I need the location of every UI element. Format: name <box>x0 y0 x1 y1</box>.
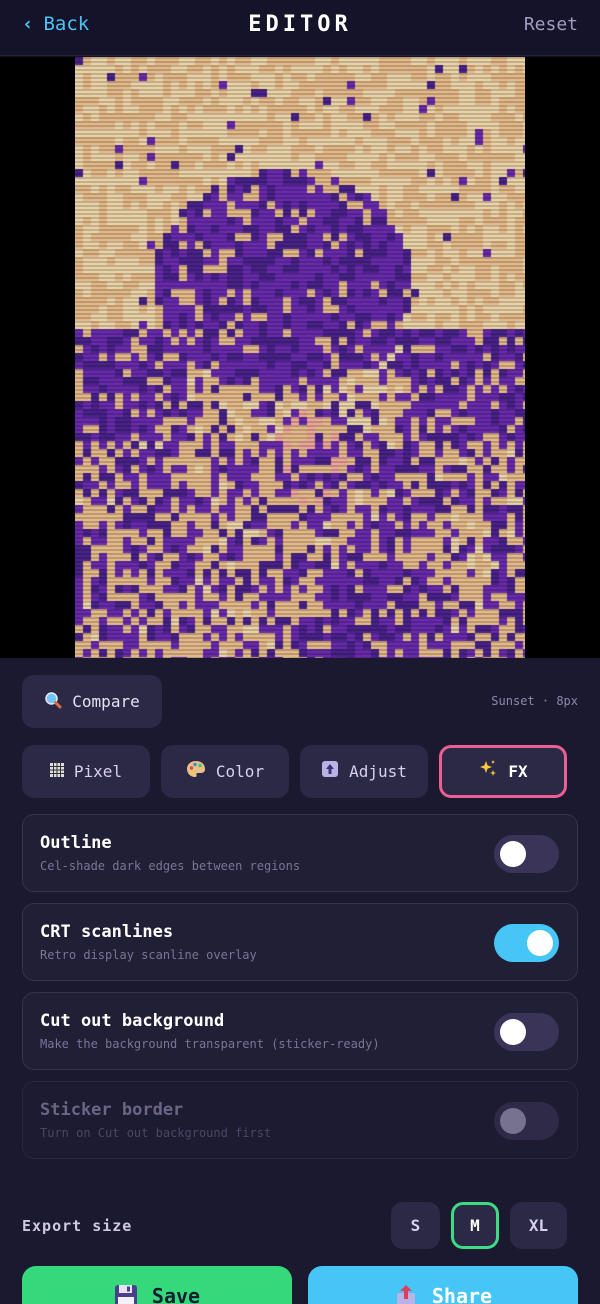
size-xl-button[interactable]: XL <box>510 1202 567 1249</box>
top-bar: ‹ Back EDITOR Reset <box>0 0 600 56</box>
compare-label: Compare <box>72 692 140 711</box>
tab-fx-label: FX <box>508 762 528 781</box>
tab-fx[interactable]: FX <box>439 745 567 798</box>
tab-color[interactable]: Color <box>161 745 289 798</box>
option-title: Cut out background <box>40 1011 225 1031</box>
pixel-art-preview <box>75 57 525 658</box>
option-description: Retro display scanline overlay <box>40 948 257 962</box>
export-size-label: Export size <box>22 1217 133 1235</box>
outline-toggle[interactable] <box>494 835 559 873</box>
tab-pixel[interactable]: Pixel <box>22 745 150 798</box>
toggle-knob <box>527 930 553 956</box>
crt-scanlines-toggle[interactable] <box>494 924 559 962</box>
tool-tabs: Pixel Color Adjust FX <box>22 745 567 798</box>
share-label: Share <box>431 1284 493 1304</box>
option-description: Cel-shade dark edges between regions <box>40 859 301 873</box>
palette-icon <box>186 760 206 783</box>
compare-button[interactable]: Compare <box>22 675 162 728</box>
toggle-knob <box>500 1108 526 1134</box>
option-crt-scanlines: CRT scanlines Retro display scanline ove… <box>22 903 578 981</box>
tab-color-label: Color <box>215 762 265 781</box>
save-label: Save <box>151 1284 201 1304</box>
reset-button[interactable]: Reset <box>524 14 578 35</box>
option-sticker-border: Sticker border Turn on Cut out backgroun… <box>22 1081 578 1159</box>
option-title: CRT scanlines <box>40 922 174 942</box>
grid-icon <box>49 762 64 782</box>
page-title: EDITOR <box>248 12 352 37</box>
size-s-button[interactable]: S <box>391 1202 440 1249</box>
option-description: Turn on Cut out background first <box>40 1126 272 1140</box>
share-icon <box>394 1284 418 1304</box>
save-button[interactable]: Save <box>22 1266 292 1304</box>
tab-pixel-label: Pixel <box>73 762 123 781</box>
option-title: Outline <box>40 833 112 853</box>
floppy-disk-icon <box>114 1284 138 1304</box>
share-button[interactable]: Share <box>308 1266 578 1304</box>
preview-area <box>0 57 600 658</box>
option-description: Make the background transparent (sticker… <box>40 1037 380 1051</box>
toggle-knob <box>500 841 526 867</box>
option-title: Sticker border <box>40 1100 184 1120</box>
style-meta: Sunset · 8px <box>491 694 578 708</box>
magnifier-icon <box>44 691 62 713</box>
tab-adjust[interactable]: Adjust <box>300 745 428 798</box>
tab-adjust-label: Adjust <box>349 762 407 781</box>
cut-out-background-toggle[interactable] <box>494 1013 559 1051</box>
option-outline: Outline Cel-shade dark edges between reg… <box>22 814 578 892</box>
size-m-button[interactable]: M <box>451 1202 499 1249</box>
sticker-border-toggle <box>494 1102 559 1140</box>
toggle-knob <box>500 1019 526 1045</box>
sparkles-icon <box>478 759 498 784</box>
upload-arrow-icon <box>321 760 339 783</box>
option-cut-out-background: Cut out background Make the background t… <box>22 992 578 1070</box>
